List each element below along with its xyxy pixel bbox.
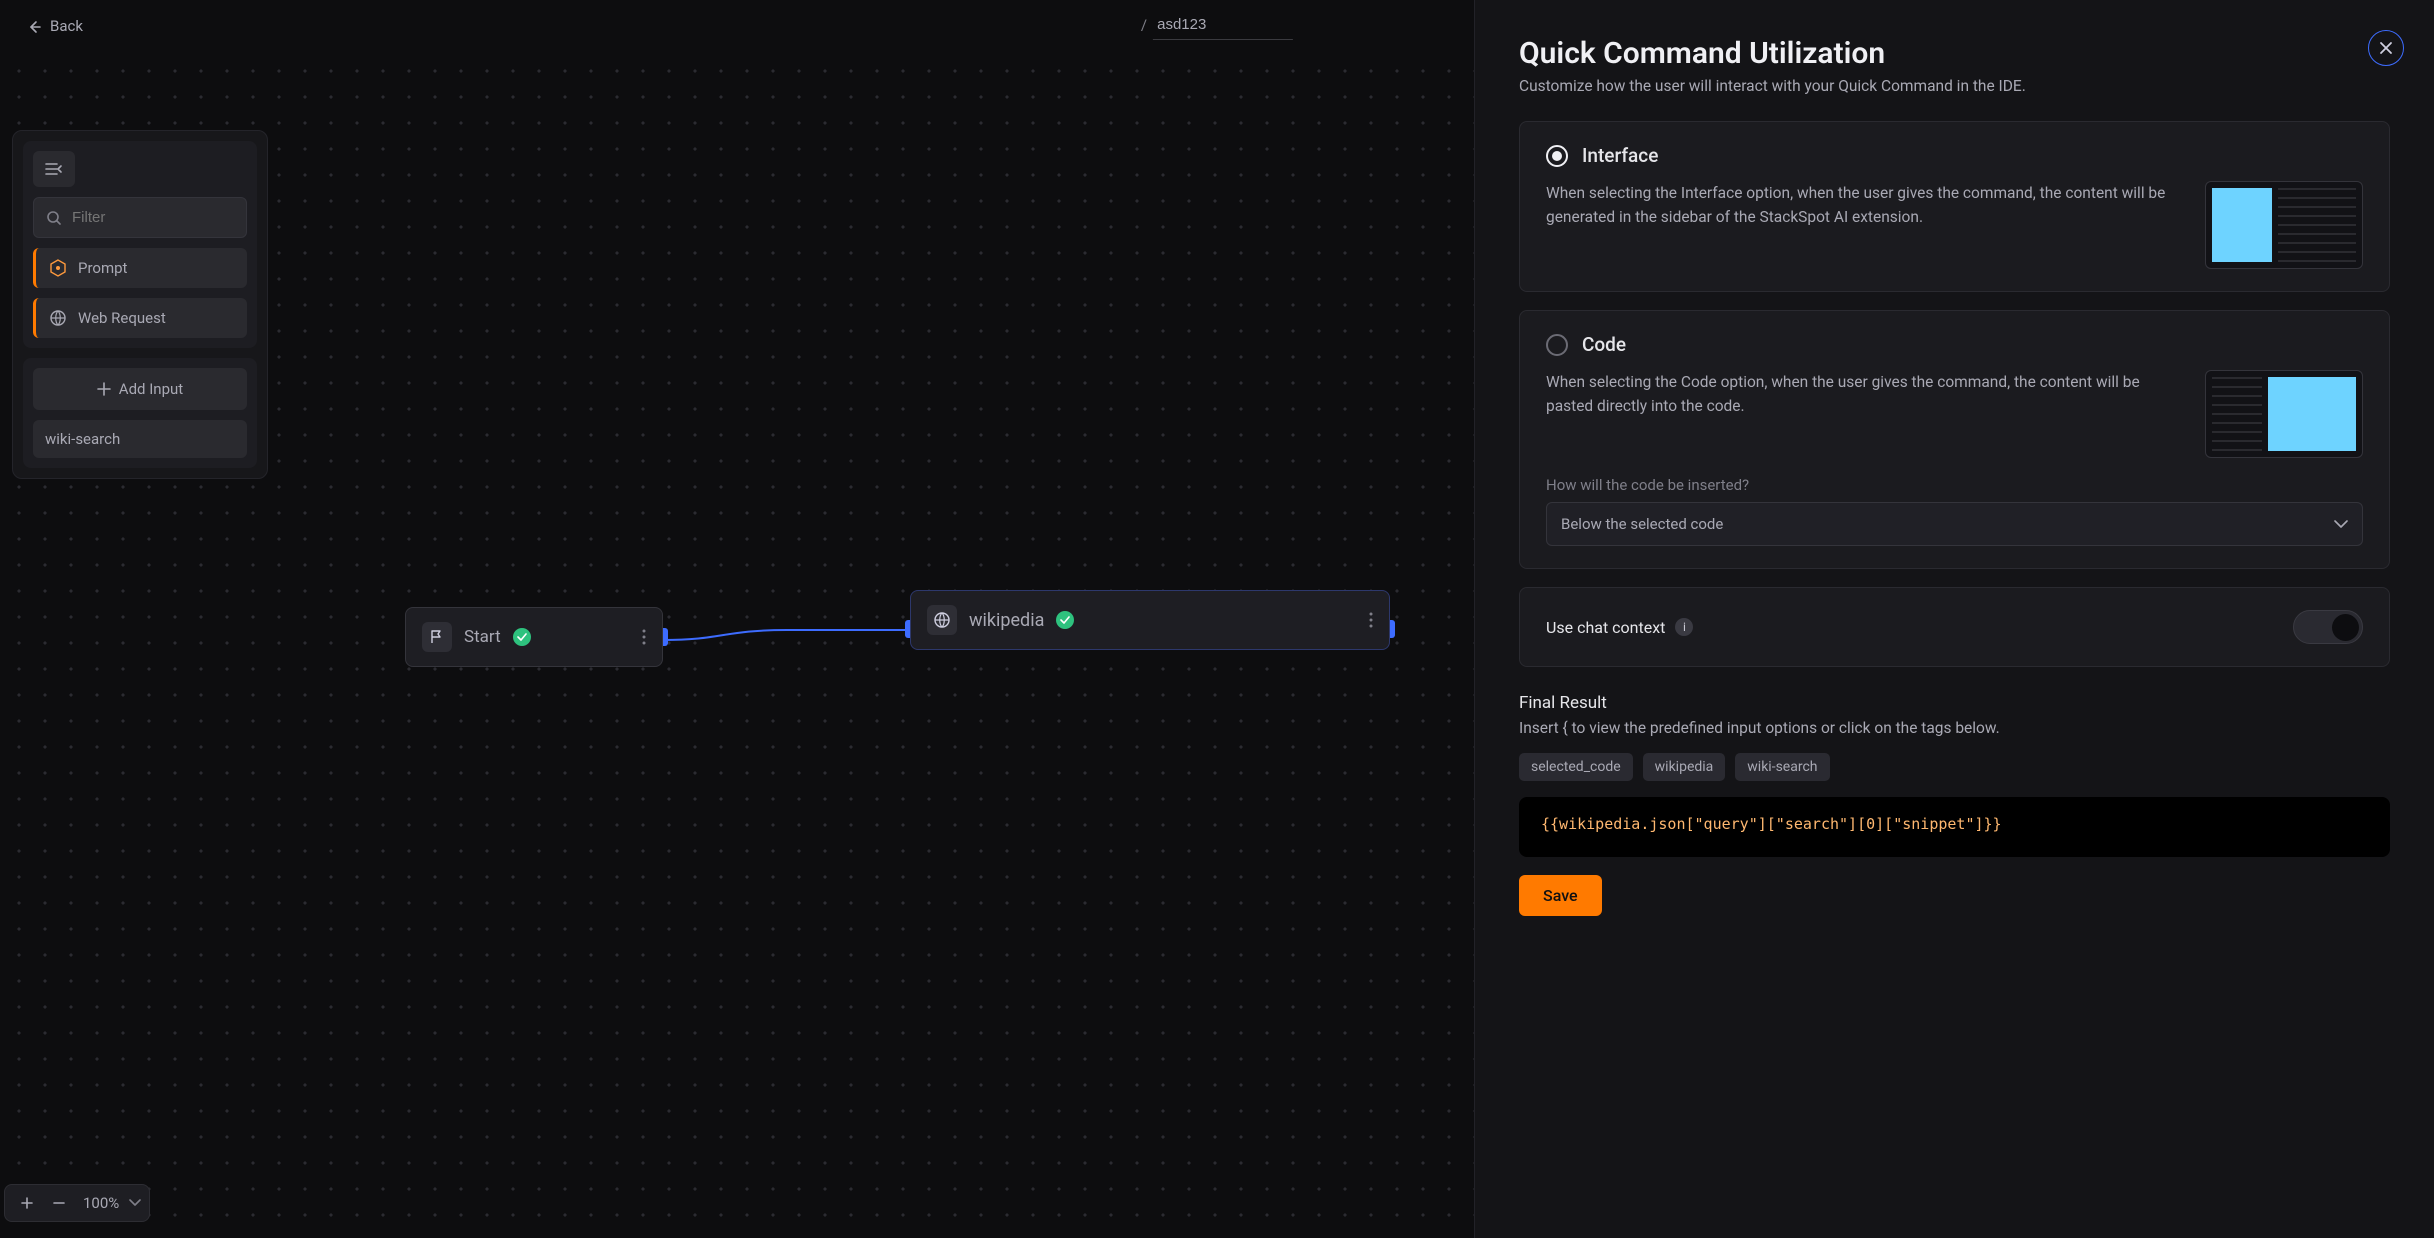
globe-icon	[927, 605, 957, 635]
node-label: Start	[464, 627, 501, 647]
arrow-left-icon	[26, 19, 42, 35]
node-menu-button[interactable]	[1369, 612, 1373, 628]
globe-icon	[48, 308, 68, 328]
prompt-icon	[48, 258, 68, 278]
input-chip-label: wiki-search	[45, 430, 120, 448]
panel-title: Quick Command Utilization	[1519, 36, 2390, 71]
flow-node-start[interactable]: Start	[405, 607, 663, 667]
chat-context-toggle[interactable]	[2293, 610, 2363, 644]
chevron-down-icon	[2334, 520, 2348, 529]
nav-item-web-request[interactable]: Web Request	[33, 298, 247, 338]
node-label: wikipedia	[969, 610, 1044, 631]
nav-item-prompt[interactable]: Prompt	[33, 248, 247, 288]
final-result-heading: Final Result	[1519, 693, 2390, 713]
command-name-input[interactable]	[1153, 10, 1293, 40]
input-chip-wiki-search[interactable]: wiki-search	[33, 420, 247, 458]
back-label: Back	[50, 17, 83, 35]
flow-edge	[663, 628, 911, 642]
chat-context-card: Use chat context i	[1519, 587, 2390, 667]
insert-mode-label: How will the code be inserted?	[1546, 476, 2363, 494]
check-icon	[1056, 611, 1074, 629]
option-interface-card[interactable]: Interface When selecting the Interface o…	[1519, 121, 2390, 292]
list-collapse-icon	[45, 162, 63, 176]
save-button[interactable]: Save	[1519, 875, 1602, 916]
close-button[interactable]	[2368, 30, 2404, 66]
zoom-in-button[interactable]	[13, 1189, 41, 1217]
flow-node-wikipedia[interactable]: wikipedia	[910, 590, 1390, 650]
radio-code[interactable]	[1546, 334, 1568, 356]
radio-interface[interactable]	[1546, 145, 1568, 167]
back-button[interactable]: Back	[16, 11, 93, 41]
zoom-out-button[interactable]	[45, 1189, 73, 1217]
option-desc: When selecting the Interface option, whe…	[1546, 181, 2179, 229]
toggle-knob	[2332, 614, 2359, 641]
nav-item-label: Web Request	[78, 309, 166, 327]
option-title: Code	[1582, 333, 1626, 356]
filter-input-wrap[interactable]	[33, 197, 247, 238]
chat-context-label: Use chat context	[1546, 618, 1665, 637]
option-desc: When selecting the Code option, when the…	[1546, 370, 2179, 418]
close-icon	[2379, 41, 2393, 55]
filter-input[interactable]	[70, 208, 234, 227]
select-value: Below the selected code	[1561, 515, 1723, 533]
add-input-button[interactable]: Add Input	[33, 368, 247, 410]
tag-row: selected_code wikipedia wiki-search	[1519, 753, 2390, 781]
breadcrumb-slash: /	[1141, 16, 1147, 34]
flag-icon	[422, 622, 452, 652]
tag-wikipedia[interactable]: wikipedia	[1643, 753, 1726, 781]
interface-thumbnail	[2205, 181, 2363, 269]
save-label: Save	[1543, 886, 1578, 905]
option-title: Interface	[1582, 144, 1658, 167]
insert-mode-select[interactable]: Below the selected code	[1546, 502, 2363, 546]
option-code-card[interactable]: Code When selecting the Code option, whe…	[1519, 310, 2390, 569]
search-icon	[46, 210, 62, 226]
zoom-control: 100%	[4, 1184, 150, 1222]
side-panel: Quick Command Utilization Customize how …	[1474, 0, 2434, 1238]
final-result-sub: Insert { to view the predefined input op…	[1519, 719, 2390, 737]
panel-subtitle: Customize how the user will interact wit…	[1519, 77, 2390, 95]
nav-item-label: Prompt	[78, 259, 127, 277]
plus-icon	[97, 382, 111, 396]
tag-selected-code[interactable]: selected_code	[1519, 753, 1633, 781]
left-panel: Prompt Web Request Add Input wik	[12, 130, 268, 479]
zoom-value: 100%	[77, 1194, 125, 1212]
chevron-down-icon[interactable]	[129, 1199, 141, 1207]
panel-collapse-button[interactable]	[33, 151, 75, 187]
final-result-code[interactable]: {{wikipedia.json["query"]["search"][0]["…	[1519, 797, 2390, 857]
add-input-label: Add Input	[119, 380, 183, 398]
code-thumbnail	[2205, 370, 2363, 458]
node-menu-button[interactable]	[642, 629, 646, 645]
info-icon[interactable]: i	[1675, 618, 1693, 636]
check-icon	[513, 628, 531, 646]
tag-wiki-search[interactable]: wiki-search	[1735, 753, 1829, 781]
